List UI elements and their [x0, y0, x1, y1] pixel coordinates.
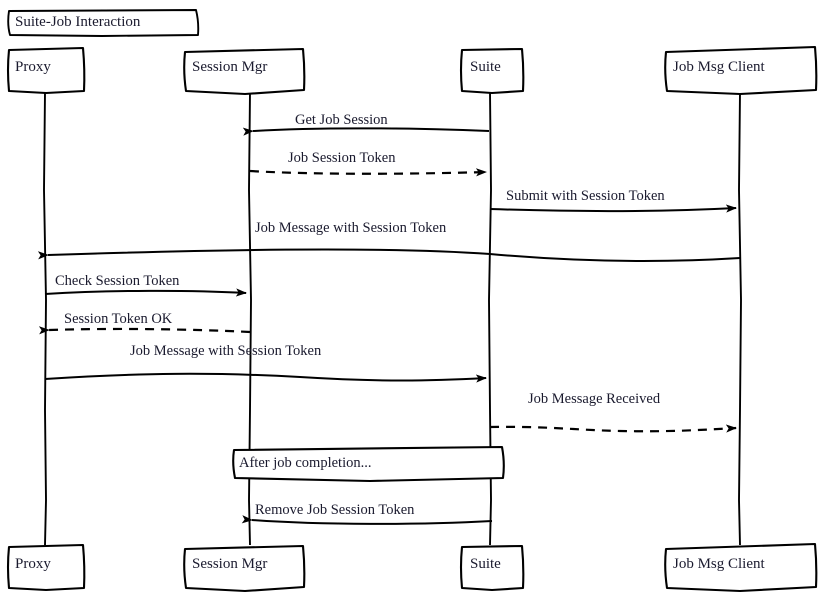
message-arrow-job-message-received[interactable]: [489, 424, 737, 433]
message-label-submit-with-session-token: Submit with Session Token: [506, 188, 665, 204]
lifeline-proxy: [43, 91, 47, 546]
message-label-check-session-token: Check Session Token: [55, 273, 180, 289]
message-arrow-job-message-with-session-token-1[interactable]: [37, 248, 741, 263]
message-label-job-message-received: Job Message Received: [528, 391, 661, 407]
message-label-session-token-ok: Session Token OK: [64, 311, 173, 327]
participant-label-proxy-top: Proxy: [15, 59, 51, 75]
diagram-drawing-layer: [6, 9, 818, 593]
message-label-job-message-with-session-token-1: Job Message with Session Token: [255, 220, 447, 236]
participant-label-session-mgr-bottom: Session Mgr: [192, 556, 268, 572]
message-arrow-remove-job-session-token[interactable]: [241, 515, 493, 525]
message-arrow-session-token-ok[interactable]: [38, 326, 251, 335]
message-label-job-session-token: Job Session Token: [288, 150, 396, 166]
lifeline-job-msg-client: [738, 91, 742, 546]
participant-label-job-msg-client-bottom: Job Msg Client: [673, 556, 765, 572]
message-arrow-submit-with-session-token[interactable]: [489, 204, 737, 213]
participant-label-job-msg-client-top: Job Msg Client: [673, 59, 765, 75]
message-arrow-check-session-token[interactable]: [44, 288, 247, 297]
message-arrow-job-message-with-session-token-2[interactable]: [44, 372, 487, 383]
message-label-get-job-session: Get Job Session: [295, 112, 388, 128]
sequence-diagram-canvas: Suite-Job Interaction Proxy Session Mgr …: [0, 0, 831, 605]
message-arrow-job-session-token[interactable]: [249, 168, 487, 177]
note-label-after-job-completion: After job completion...: [239, 455, 372, 471]
message-label-remove-job-session-token: Remove Job Session Token: [255, 502, 415, 518]
participant-label-suite-top: Suite: [470, 59, 501, 75]
diagram-title: Suite-Job Interaction: [15, 14, 141, 30]
message-label-job-message-with-session-token-2: Job Message with Session Token: [130, 343, 322, 359]
participant-label-session-mgr-top: Session Mgr: [192, 59, 268, 75]
message-arrow-get-job-session[interactable]: [242, 127, 490, 136]
participant-label-suite-bottom: Suite: [470, 556, 501, 572]
participant-label-proxy-bottom: Proxy: [15, 556, 51, 572]
